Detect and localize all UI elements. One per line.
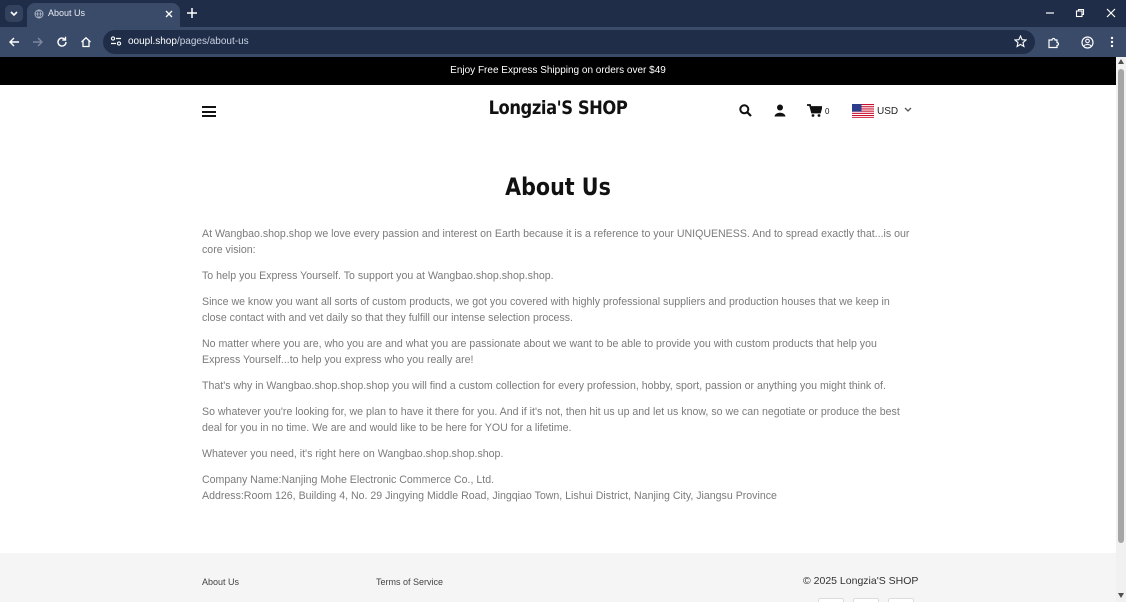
bookmark-star-icon[interactable] — [1014, 35, 1027, 48]
minimize-button[interactable] — [1043, 6, 1057, 20]
browser-menu-button[interactable] — [1105, 35, 1119, 49]
currency-selector[interactable]: USD — [877, 106, 898, 117]
url-path: /pages/about-us — [176, 36, 249, 47]
company-name: Company Name:Nanjing Mohe Electronic Com… — [202, 474, 495, 486]
paragraph: Whatever you need, it's right here on Wa… — [202, 448, 504, 460]
profile-icon — [1080, 35, 1094, 49]
browser-tab-bar: About Us — [0, 0, 1126, 27]
search-icon[interactable] — [739, 104, 752, 117]
cart-icon[interactable] — [807, 104, 822, 117]
web-page: Enjoy Free Express Shipping on orders ov… — [0, 57, 1116, 602]
paragraph: At Wangbao.shop.shop we love every passi… — [202, 228, 910, 256]
site-logo[interactable]: Longzia'S SHOP — [472, 97, 644, 119]
site-footer: About Us Terms of Service © 2025 Longzia… — [0, 553, 1116, 602]
tab-title: About Us — [48, 8, 86, 18]
site-header: Longzia'S SHOP 0 USD — [0, 85, 1116, 137]
paragraph: So whatever you're looking for, we plan … — [202, 406, 900, 434]
arrow-right-icon — [33, 37, 43, 47]
menu-icon[interactable] — [202, 106, 216, 117]
profile-button[interactable] — [1080, 35, 1094, 49]
back-button[interactable] — [7, 35, 21, 49]
announcement-bar: Enjoy Free Express Shipping on orders ov… — [0, 57, 1116, 85]
scroll-thumb[interactable] — [1118, 69, 1124, 543]
about-content: At Wangbao.shop.shop we love every passi… — [202, 226, 916, 504]
site-settings-icon[interactable] — [110, 35, 122, 47]
globe-icon — [34, 9, 44, 19]
browser-toolbar: ooupl.shop/pages/about-us — [0, 27, 1126, 57]
restore-button[interactable] — [1073, 6, 1087, 20]
payment-icon — [888, 598, 914, 602]
footer-link-terms[interactable]: Terms of Service — [376, 577, 443, 587]
forward-button[interactable] — [31, 35, 45, 49]
address-bar[interactable]: ooupl.shop/pages/about-us — [103, 30, 1035, 54]
chevron-down-icon — [10, 10, 18, 16]
page-title: About Us — [505, 173, 611, 201]
tab-search-button[interactable] — [5, 5, 23, 22]
new-tab-icon[interactable] — [187, 8, 197, 18]
payment-icon — [853, 598, 879, 602]
browser-tab-active[interactable]: About Us — [27, 3, 180, 27]
close-window-button[interactable] — [1104, 6, 1118, 20]
more-vertical-icon — [1110, 36, 1114, 48]
paragraph: To help you Express Yourself. To support… — [202, 270, 554, 282]
arrow-left-icon — [9, 37, 19, 47]
payment-icon — [818, 598, 844, 602]
url-host: ooupl.shop — [128, 36, 177, 47]
puzzle-icon — [1047, 37, 1059, 48]
paragraph: Since we know you want all sorts of cust… — [202, 296, 890, 324]
close-icon[interactable] — [165, 10, 173, 18]
us-flag-icon — [852, 104, 874, 118]
cart-count: 0 — [825, 107, 830, 116]
url-text: ooupl.shop/pages/about-us — [128, 36, 249, 47]
paragraph: No matter where you are, who you are and… — [202, 338, 877, 366]
account-icon[interactable] — [774, 104, 786, 117]
close-icon — [1106, 8, 1116, 18]
footer-link-about[interactable]: About Us — [202, 577, 239, 587]
restore-icon — [1075, 8, 1085, 18]
reload-button[interactable] — [55, 35, 69, 49]
minimize-icon — [1046, 12, 1054, 14]
scroll-up-arrow-icon[interactable] — [1118, 59, 1124, 64]
home-icon — [81, 36, 91, 48]
scroll-down-arrow-icon[interactable] — [1118, 593, 1124, 598]
page-scrollbar[interactable] — [1116, 57, 1126, 602]
copyright: © 2025 Longzia'S SHOP — [803, 575, 919, 587]
reload-icon — [57, 36, 67, 47]
paragraph: That's why in Wangbao.shop.shop.shop you… — [202, 380, 886, 392]
chevron-down-icon[interactable] — [904, 107, 912, 113]
extensions-button[interactable] — [1046, 35, 1060, 49]
company-address: Address:Room 126, Building 4, No. 29 Jin… — [202, 490, 777, 502]
home-button[interactable] — [79, 35, 93, 49]
